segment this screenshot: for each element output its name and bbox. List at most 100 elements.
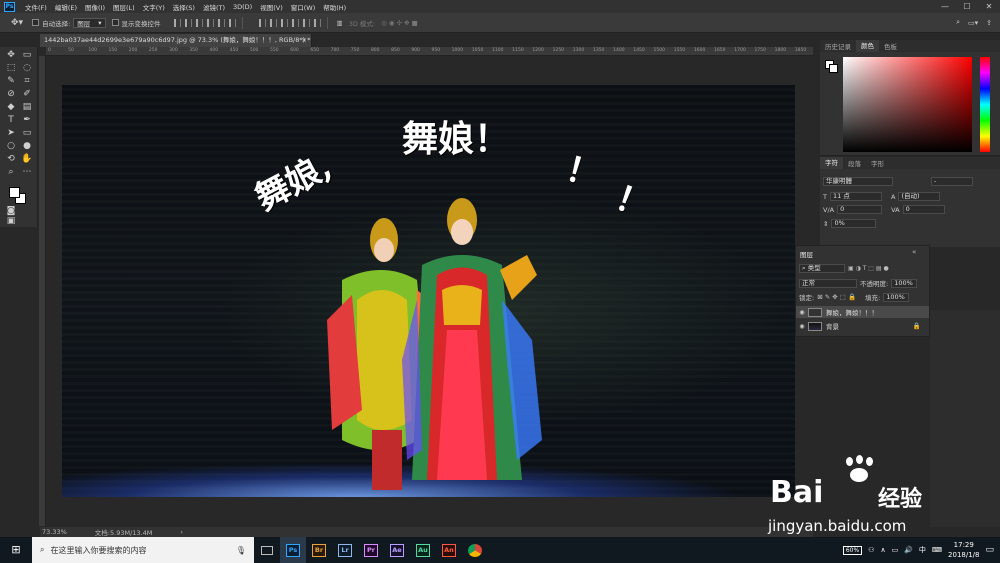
opacity-field[interactable]: 100%	[891, 278, 918, 288]
auto-align-icon[interactable]: ▥	[337, 19, 343, 27]
auto-select-checkbox[interactable]	[32, 19, 40, 26]
distribute-vcenter-icon[interactable]	[269, 18, 277, 27]
auto-select-dropdown[interactable]: 图层 ▾	[73, 17, 106, 28]
move-tool-icon[interactable]: ✥▾	[11, 18, 23, 28]
ruler-horizontal[interactable]: 0 50 100 150 200 250 300 350 400 450 500 550 600 650 7…	[46, 47, 813, 56]
taskbar-app-pr[interactable]: Pr	[358, 537, 384, 563]
artboard-tool-icon[interactable]: ▭	[20, 49, 34, 61]
document-tab[interactable]: 1442ba037ae44d2699e3e679a90c6d97.jpg @ 7…	[40, 34, 312, 47]
menu-select[interactable]: 选择(S)	[169, 2, 199, 12]
fill-field[interactable]: 100%	[883, 292, 910, 302]
font-style-select[interactable]: -	[931, 177, 973, 186]
tab-glyphs[interactable]: 字形	[866, 158, 889, 168]
rectangle-tool-icon[interactable]: ▭	[20, 127, 34, 139]
close-icon[interactable]: ✕	[978, 2, 1000, 11]
document-canvas[interactable]: 舞娘, 舞娘！ ！ ！	[62, 85, 795, 497]
screen-mode-icon[interactable]: ▣	[4, 215, 18, 227]
quick-select-tool-icon[interactable]: ✎	[4, 75, 18, 87]
tracking-field[interactable]: 0	[902, 205, 945, 214]
type-tool-icon[interactable]: T	[4, 114, 18, 126]
taskbar-app-chrome[interactable]	[462, 537, 488, 563]
kerning-field[interactable]: 0	[837, 205, 883, 214]
ime-indicator[interactable]: 中	[919, 545, 926, 555]
volume-icon[interactable]: 🔊	[904, 546, 913, 554]
document-size[interactable]: 文档:5.93M/13.4M	[95, 527, 153, 537]
show-transform-checkbox[interactable]	[111, 19, 119, 26]
chevron-right-icon[interactable]: ›	[180, 528, 183, 536]
menu-help[interactable]: 帮助(H)	[319, 2, 350, 12]
minimize-icon[interactable]: —	[934, 2, 956, 11]
align-hcenter-icon[interactable]	[217, 18, 225, 27]
tab-swatches[interactable]: 色板	[879, 41, 902, 51]
color-picker-field[interactable]	[843, 57, 972, 152]
menu-view[interactable]: 视图(V)	[256, 2, 287, 12]
zoom-tool-icon[interactable]: ⌕	[4, 166, 18, 178]
ellipse-tool-icon[interactable]: ○	[4, 140, 18, 152]
distribute-hcenter-icon[interactable]	[302, 18, 310, 27]
share-icon[interactable]: ⇪	[986, 19, 992, 27]
align-vcenter-icon[interactable]	[184, 18, 192, 27]
menu-layer[interactable]: 图层(L)	[109, 2, 139, 12]
align-right-icon[interactable]	[228, 18, 236, 27]
taskbar-app-au[interactable]: Au	[410, 537, 436, 563]
color-background-swatch[interactable]	[829, 64, 838, 73]
distribute-right-icon[interactable]	[313, 18, 321, 27]
close-icon[interactable]: ×	[302, 34, 307, 47]
distribute-top-icon[interactable]	[258, 18, 266, 27]
notification-icon[interactable]: ▭	[985, 545, 994, 555]
tray-chevron-up-icon[interactable]: ∧	[880, 546, 885, 554]
align-bottom-icon[interactable]	[195, 18, 203, 27]
photoshop-logo-icon[interactable]: Ps	[4, 1, 15, 12]
custom-shape-tool-icon[interactable]: ●	[20, 140, 34, 152]
maximize-icon[interactable]: ☐	[956, 2, 978, 11]
menu-type[interactable]: 文字(Y)	[139, 2, 169, 12]
distribute-left-icon[interactable]	[291, 18, 299, 27]
blend-mode-select[interactable]: 正常	[799, 278, 857, 288]
font-size-field[interactable]: 11 点	[829, 192, 882, 201]
path-select-tool-icon[interactable]: ➤	[4, 127, 18, 139]
hand-tool-icon[interactable]: ✋	[20, 153, 34, 165]
3d-rotate-tool-icon[interactable]: ⟲	[4, 153, 18, 165]
pen-tool-icon[interactable]: ✒	[20, 114, 34, 126]
scale-field[interactable]: 0%	[831, 219, 877, 228]
filter-icons[interactable]: ▣ ◑ T ⬚ ▤ ●	[848, 265, 889, 272]
lasso-tool-icon[interactable]: ◌	[20, 62, 34, 74]
layer-row-text[interactable]: ◉ 舞娘，舞娘！！！	[796, 306, 929, 318]
eraser-tool-icon[interactable]: ◆	[4, 101, 18, 113]
people-icon[interactable]: ⚇	[868, 546, 874, 554]
taskbar-app-lr[interactable]: Lr	[332, 537, 358, 563]
menu-edit[interactable]: 编辑(E)	[51, 2, 81, 12]
eye-icon[interactable]: ◉	[796, 323, 808, 330]
3d-tools-icon[interactable]: ◎ ◉ ✣ ✥ ■	[381, 19, 418, 27]
tab-paragraph[interactable]: 段落	[843, 158, 866, 168]
hue-slider[interactable]	[980, 57, 990, 152]
menu-window[interactable]: 窗口(W)	[287, 2, 320, 12]
menu-file[interactable]: 文件(F)	[21, 2, 51, 12]
network-icon[interactable]: ▭	[892, 546, 899, 554]
align-top-icon[interactable]	[173, 18, 181, 27]
taskbar-app-br[interactable]: Br	[306, 537, 332, 563]
eyedropper-tool-icon[interactable]: ⊘	[4, 88, 18, 100]
move-tool-icon[interactable]: ✥	[4, 49, 18, 61]
brush-tool-icon[interactable]: ✐	[20, 88, 34, 100]
microphone-icon[interactable]: 🎙	[236, 546, 246, 555]
taskbar-app-ae[interactable]: Ae	[384, 537, 410, 563]
leading-field[interactable]: (自动)	[898, 192, 941, 201]
tab-character[interactable]: 字符	[820, 157, 843, 169]
battery-icon[interactable]: 60%	[842, 545, 863, 555]
canvas-area[interactable]: 舞娘, 舞娘！ ！ ！	[46, 57, 813, 526]
filter-kind-select[interactable]: ⌕ 类型	[799, 264, 845, 273]
menu-image[interactable]: 图像(I)	[81, 2, 109, 12]
marquee-tool-icon[interactable]: ⬚	[4, 62, 18, 74]
font-family-select[interactable]: 华康明體	[823, 177, 893, 186]
layer-row-background[interactable]: ◉ 背景 🔒	[796, 320, 929, 332]
distribute-bottom-icon[interactable]	[280, 18, 288, 27]
panel-menu-icon[interactable]: «	[912, 248, 916, 256]
zoom-level[interactable]: 73.33%	[42, 528, 67, 536]
tab-history[interactable]: 历史记录	[820, 41, 856, 51]
taskbar-app-ps[interactable]: Ps	[280, 537, 306, 563]
eye-icon[interactable]: ◉	[796, 309, 808, 316]
menu-filter[interactable]: 滤镜(T)	[199, 2, 229, 12]
foreground-color-swatch[interactable]	[9, 187, 20, 198]
ruler-vertical[interactable]	[39, 56, 46, 526]
